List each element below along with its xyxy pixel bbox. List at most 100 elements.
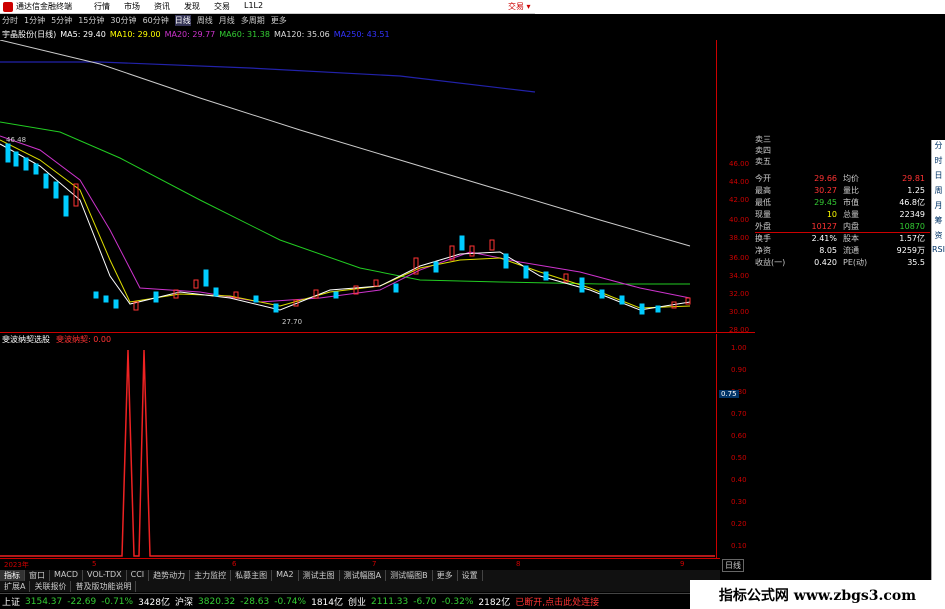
date-tick: 8 xyxy=(516,560,521,568)
period-tab[interactable]: 更多 xyxy=(271,15,287,26)
tool-button[interactable]: 周 xyxy=(932,185,945,200)
tool-button[interactable]: 资 xyxy=(932,230,945,245)
period-tab[interactable]: 分时 xyxy=(2,15,18,26)
connection-status[interactable]: 已断开,点击此处连接 xyxy=(515,595,599,608)
quote-row: 现量 10 总量 22349 xyxy=(755,209,925,219)
blank-area xyxy=(535,0,945,14)
extension-tabs: 扩展A 关联报价 普及版功能说明 xyxy=(0,581,720,592)
indicator-tabs: 指标 窗口 MACD VOL-TDX CCI 趋势动力 主力监控 私募主图 MA… xyxy=(0,570,720,581)
trade-button[interactable]: 交易 ▾ xyxy=(508,1,531,12)
tab[interactable]: 普及版功能说明 xyxy=(71,581,137,592)
watermark: 指标公式网 www.zbgs3.com xyxy=(690,580,945,609)
quote-row: 净资 8.05 流通 9259万 xyxy=(755,245,925,255)
period-tab[interactable]: 多周期 xyxy=(241,15,265,26)
menu-item[interactable]: 行情 xyxy=(94,1,110,12)
date-axis: 2023年 5 6 7 8 9 xyxy=(0,558,720,569)
menu-item[interactable]: 资讯 xyxy=(154,1,170,12)
ask-labels: 卖三 卖四 卖五 xyxy=(755,134,771,167)
main-menu: 行情 市场 资讯 发现 交易 L1L2 xyxy=(94,1,263,12)
ind-tick: 0.70 xyxy=(731,410,747,418)
period-tab[interactable]: 60分钟 xyxy=(143,15,169,26)
ind-current-marker: 0.75 xyxy=(719,390,739,398)
tab[interactable]: 指标 xyxy=(0,570,25,581)
date-tick: 7 xyxy=(372,560,377,568)
period-tab[interactable]: 5分钟 xyxy=(51,15,72,26)
tool-button[interactable]: 筹 xyxy=(932,215,945,230)
tab[interactable]: 设置 xyxy=(458,570,483,581)
status-item: 3154.37 xyxy=(25,596,63,607)
status-item: -28.63 xyxy=(240,596,270,607)
menu-item[interactable]: 发现 xyxy=(184,1,200,12)
status-item: -22.69 xyxy=(67,596,97,607)
ind-tick: 0.10 xyxy=(731,542,747,550)
status-item[interactable]: 上证 xyxy=(2,595,20,608)
tab[interactable]: 更多 xyxy=(433,570,458,581)
tab[interactable]: VOL-TDX xyxy=(83,570,127,581)
status-item[interactable]: 创业 xyxy=(348,595,366,608)
price-tick: 34.00 xyxy=(729,272,750,280)
panel-divider xyxy=(0,332,755,333)
quote-row: 收益(一) 0.420 PE(动) 35.5 xyxy=(755,257,925,267)
candlestick-chart[interactable]: 46.48 27.70 xyxy=(0,40,715,332)
status-item[interactable]: 沪深 xyxy=(175,595,193,608)
tab[interactable]: 私募主图 xyxy=(231,570,273,581)
status-item: 2182亿 xyxy=(478,598,511,608)
ma5-label: MA5: 29.40 xyxy=(60,29,106,39)
menu-item[interactable]: 市场 xyxy=(124,1,140,12)
date-tick: 5 xyxy=(92,560,97,568)
price-tick: 36.00 xyxy=(729,254,750,262)
ma5-line xyxy=(0,143,691,311)
price-tick: 30.00 xyxy=(729,308,750,316)
tool-button[interactable]: 日 xyxy=(932,170,945,185)
tab[interactable]: 测试幅图A xyxy=(340,570,387,581)
tool-button[interactable]: 时 xyxy=(932,155,945,170)
ind-tick: 1.00 xyxy=(731,344,747,352)
tab[interactable]: 测试主图 xyxy=(299,570,340,581)
tool-button[interactable]: 月 xyxy=(932,200,945,215)
indicator-axis: 1.00 0.90 0.80 0.75 0.70 0.60 0.50 0.40 … xyxy=(716,334,754,558)
ma250-label: MA250: 43.51 xyxy=(333,29,390,39)
stock-name: 宇晶股份(日线) xyxy=(2,29,57,39)
tab[interactable]: 窗口 xyxy=(25,570,50,581)
tool-button[interactable]: RSI xyxy=(932,245,945,260)
ind-tick: 0.40 xyxy=(731,476,747,484)
tab[interactable]: 测试幅图B xyxy=(386,570,433,581)
ma120-label: MA120: 35.06 xyxy=(273,29,330,39)
period-tab[interactable]: 15分钟 xyxy=(78,15,104,26)
tool-button[interactable]: 分 xyxy=(932,140,945,155)
status-item: 2111.33 xyxy=(371,596,409,607)
quote-row: 最高 30.27 量比 1.25 xyxy=(755,185,925,195)
indicator-chart[interactable] xyxy=(0,340,715,558)
period-toolbar: 分时 1分钟 5分钟 15分钟 30分钟 60分钟 日线 周线 月线 多周期 更… xyxy=(0,14,300,27)
tab[interactable]: 主力监控 xyxy=(190,570,232,581)
tab[interactable]: 趋势动力 xyxy=(149,570,191,581)
status-item: 3820.32 xyxy=(198,596,236,607)
ma250-line xyxy=(0,61,536,93)
quote-row: 换手 2.41% 股本 1.57亿 xyxy=(755,232,930,244)
period-label[interactable]: 日线 xyxy=(722,559,744,572)
period-tab-daily[interactable]: 日线 xyxy=(174,15,191,26)
status-item: -0.32% xyxy=(441,596,474,607)
status-item: 3428亿 xyxy=(138,598,170,608)
period-tab[interactable]: 1分钟 xyxy=(24,15,45,26)
price-tick: 42.00 xyxy=(729,196,750,204)
price-axis: 46.00 44.00 42.00 40.00 38.00 36.00 34.0… xyxy=(716,40,754,334)
ind-tick: 0.60 xyxy=(731,432,747,440)
period-tab[interactable]: 周线 xyxy=(197,15,213,26)
period-tab[interactable]: 30分钟 xyxy=(110,15,136,26)
price-tick: 40.00 xyxy=(729,216,750,224)
tab[interactable]: 扩展A xyxy=(0,581,31,592)
ma60-label: MA60: 31.38 xyxy=(219,29,270,39)
menu-item[interactable]: 交易 xyxy=(214,1,230,12)
app-title: 通达信金融终端 xyxy=(16,2,72,11)
tab[interactable]: CCI xyxy=(127,570,150,581)
ind-tick: 0.30 xyxy=(731,498,747,506)
tab[interactable]: MA2 xyxy=(272,570,299,581)
ma-legend: 宇晶股份(日线) MA5: 29.40 MA10: 29.00 MA20: 29… xyxy=(0,28,390,40)
tab[interactable]: 关联报价 xyxy=(30,581,72,592)
ma20-line xyxy=(0,135,691,303)
period-tab[interactable]: 月线 xyxy=(219,15,235,26)
menu-item[interactable]: L1L2 xyxy=(244,1,263,12)
tab[interactable]: MACD xyxy=(50,570,83,581)
ask-label: 卖五 xyxy=(755,157,771,166)
